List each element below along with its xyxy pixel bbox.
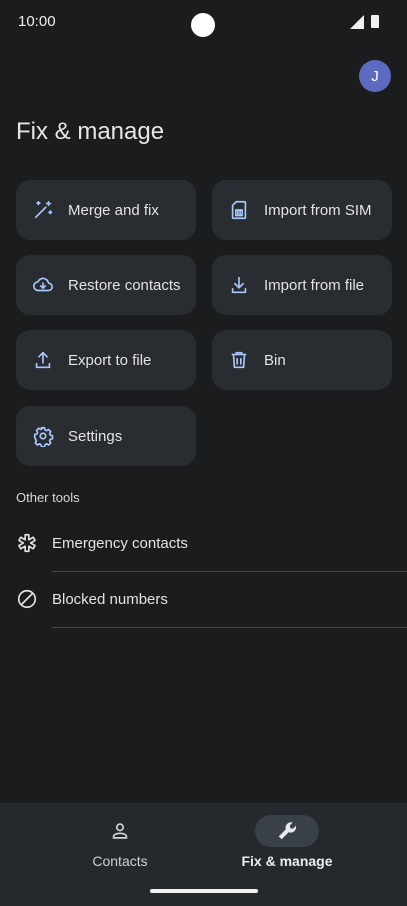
gear-icon xyxy=(33,426,54,447)
nav-fix-and-manage-label: Fix & manage xyxy=(241,853,333,869)
account-avatar[interactable]: J xyxy=(359,60,391,92)
download-icon xyxy=(231,276,247,294)
sim-card-icon xyxy=(231,200,247,220)
nav-contacts-label: Contacts xyxy=(92,853,148,869)
page-title: Fix & manage xyxy=(16,118,165,145)
restore-contacts-label: Restore contacts xyxy=(68,276,181,294)
camera-cutout xyxy=(191,13,215,37)
status-time: 10:00 xyxy=(18,13,56,30)
other-tools-heading: Other tools xyxy=(16,490,80,505)
emergency-contacts-item[interactable]: Emergency contacts xyxy=(0,515,407,571)
nav-contacts[interactable]: Contacts xyxy=(50,815,190,885)
restore-contacts-button[interactable]: Restore contacts xyxy=(16,255,196,315)
import-from-file-label: Import from file xyxy=(264,276,365,294)
import-from-sim-label: Import from SIM xyxy=(264,201,372,219)
divider xyxy=(52,627,407,628)
import-from-sim-button[interactable]: Import from SIM xyxy=(212,180,392,240)
emergency-contacts-label: Emergency contacts xyxy=(52,534,188,552)
merge-and-fix-label: Merge and fix xyxy=(68,201,159,219)
status-bar: 10:00 xyxy=(0,0,407,44)
settings-button[interactable]: Settings xyxy=(16,406,196,466)
signal-icon xyxy=(350,15,364,29)
nav-fix-and-manage[interactable]: Fix & manage xyxy=(217,815,357,885)
merge-and-fix-button[interactable]: Merge and fix xyxy=(16,180,196,240)
wrench-icon xyxy=(278,822,297,840)
export-to-file-button[interactable]: Export to file xyxy=(16,330,196,390)
nav-contacts-indicator xyxy=(88,815,152,847)
upload-icon xyxy=(35,351,51,369)
cloud-download-icon xyxy=(33,277,53,292)
battery-icon xyxy=(371,15,379,28)
person-icon xyxy=(112,823,128,839)
home-indicator[interactable] xyxy=(150,889,258,893)
settings-label: Settings xyxy=(68,427,123,445)
blocked-numbers-label: Blocked numbers xyxy=(52,590,168,608)
blocked-numbers-item[interactable]: Blocked numbers xyxy=(0,571,407,627)
trash-icon xyxy=(231,351,247,369)
block-icon xyxy=(17,589,37,609)
export-to-file-label: Export to file xyxy=(68,351,152,369)
bin-button[interactable]: Bin xyxy=(212,330,392,390)
nav-fix-and-manage-indicator xyxy=(255,815,319,847)
import-from-file-button[interactable]: Import from file xyxy=(212,255,392,315)
bin-label: Bin xyxy=(264,351,286,369)
asterisk-icon xyxy=(18,533,36,553)
magic-wand-icon xyxy=(34,200,53,219)
